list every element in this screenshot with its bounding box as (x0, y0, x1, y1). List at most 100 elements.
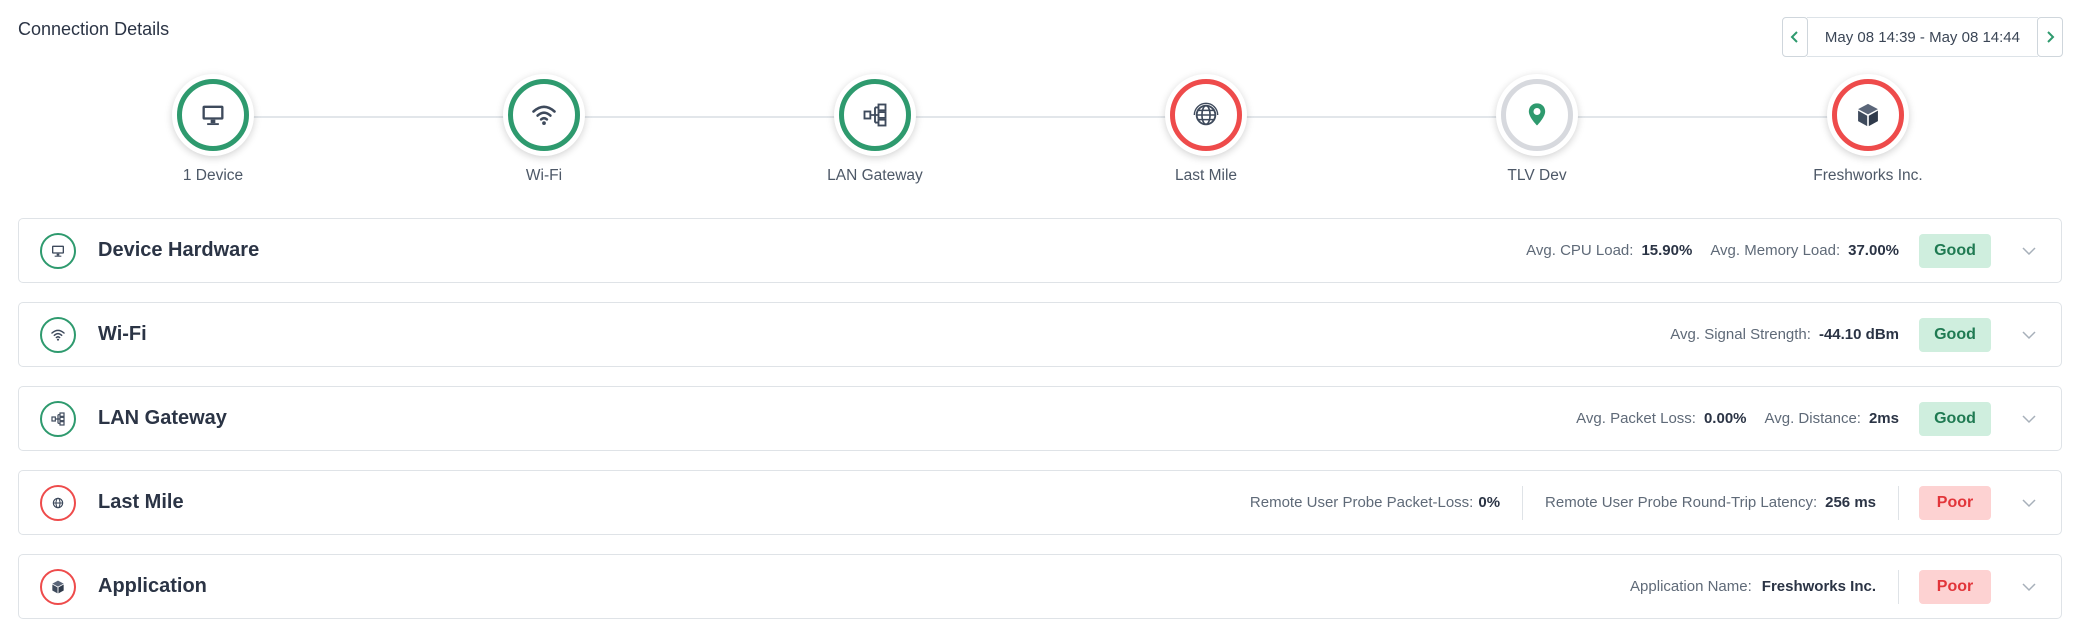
metric-distance: Avg. Distance: 2ms (1765, 410, 1899, 427)
expand-toggle[interactable] (2019, 577, 2039, 597)
monitor-icon (202, 105, 224, 126)
globe-icon (1193, 102, 1219, 126)
node-circle (1496, 74, 1578, 156)
metric-label: Avg. Packet Loss: (1576, 410, 1696, 427)
panel-wifi[interactable]: Wi-Fi Avg. Signal Strength: -44.10 dBm G… (18, 302, 2062, 367)
node-circle (172, 74, 254, 156)
metric-value: 0.00% (1703, 410, 1747, 427)
node-status-ring (508, 79, 580, 151)
panel-application[interactable]: Application Application Name: Freshworks… (18, 554, 2062, 619)
network-icon (51, 411, 65, 426)
metric-value: 256 ms (1825, 494, 1876, 511)
flow-node-label: Freshworks Inc. (1813, 167, 1923, 184)
flow-node-tlv-dev[interactable]: TLV Dev (1437, 74, 1637, 185)
node-status-ring (177, 79, 249, 151)
flow-node-label: 1 Device (182, 167, 244, 184)
panel-metrics: Avg. Packet Loss: 0.00% Avg. Distance: 2… (1558, 401, 1991, 436)
metric-value: 15.90% (1641, 242, 1693, 259)
metric-cpu-load: Avg. CPU Load: 15.90% (1526, 242, 1692, 259)
status-badge: Good (1919, 401, 1991, 436)
node-status-ring (1170, 79, 1242, 151)
previous-range-button[interactable] (1781, 17, 1808, 57)
panel-status-icon (40, 568, 76, 605)
node-status-ring (1501, 79, 1573, 151)
status-badge: Good (1919, 317, 1991, 352)
wifi-icon (51, 329, 65, 341)
chevron-down-icon (2022, 582, 2036, 591)
flow-node-label: LAN Gateway (827, 167, 923, 184)
panel-title: Device Hardware (98, 239, 260, 261)
date-range-navigator: May 08 14:39 - May 08 14:44 (1781, 17, 2063, 57)
location-pin-icon (1528, 103, 1546, 126)
panel-metrics: Avg. CPU Load: 15.90% Avg. Memory Load: … (1508, 233, 1991, 268)
panel-title: LAN Gateway (98, 407, 227, 429)
panel-metrics: Remote User Probe Packet-Loss: 0% Remote… (1232, 485, 1991, 520)
metric-label: Avg. Memory Load: (1710, 242, 1841, 259)
wifi-icon (532, 105, 556, 126)
node-circle (1165, 74, 1247, 156)
metric-value: -44.10 dBm (1818, 326, 1899, 343)
panel-last-mile[interactable]: Last Mile Remote User Probe Packet-Loss:… (18, 470, 2062, 535)
expand-toggle[interactable] (2019, 325, 2039, 345)
panel-lan-gateway[interactable]: LAN Gateway Avg. Packet Loss: 0.00% Avg.… (18, 386, 2062, 451)
network-icon (863, 103, 887, 127)
status-badge: Poor (1919, 569, 1991, 604)
flow-node-last-mile[interactable]: Last Mile (1106, 74, 1306, 185)
cube-icon (1858, 103, 1878, 127)
flow-node-application[interactable]: Freshworks Inc. (1768, 74, 1968, 185)
connection-path-flow: 1 Device Wi-Fi LAN Gateway Last Mile TLV… (0, 74, 2080, 194)
chevron-down-icon (2022, 330, 2036, 339)
metric-divider (1898, 485, 1899, 520)
panel-metrics: Application Name: Freshworks Inc. Poor (1612, 569, 1991, 604)
flow-node-label: Wi-Fi (525, 167, 563, 184)
panel-title: Wi-Fi (98, 323, 147, 345)
panel-device-hardware[interactable]: Device Hardware Avg. CPU Load: 15.90% Av… (18, 218, 2062, 283)
node-circle (503, 74, 585, 156)
node-status-ring (839, 79, 911, 151)
metric-value: 2ms (1868, 410, 1899, 427)
chevron-down-icon (2022, 246, 2036, 255)
metric-packet-loss: Avg. Packet Loss: 0.00% (1576, 410, 1746, 427)
metric-label: Remote User Probe Round-Trip Latency: (1545, 494, 1818, 511)
metric-signal-strength: Avg. Signal Strength: -44.10 dBm (1670, 326, 1899, 343)
metric-memory-load: Avg. Memory Load: 37.00% (1710, 242, 1899, 259)
next-range-button[interactable] (2037, 17, 2063, 57)
flow-node-device[interactable]: 1 Device (113, 74, 313, 185)
metric-label: Avg. CPU Load: (1526, 242, 1634, 259)
metric-label: Application Name: (1630, 578, 1752, 595)
panel-status-icon (40, 232, 76, 269)
panel-status-icon (40, 316, 76, 353)
chevron-down-icon (2022, 498, 2036, 507)
flow-node-wifi[interactable]: Wi-Fi (444, 74, 644, 185)
metric-probe-packet-loss: Remote User Probe Packet-Loss: 0% (1250, 494, 1500, 511)
expand-toggle[interactable] (2019, 409, 2039, 429)
globe-icon (52, 497, 64, 508)
metric-value: 0% (1478, 494, 1501, 511)
cube-icon (52, 580, 64, 593)
expand-toggle[interactable] (2019, 241, 2039, 261)
monitor-icon (52, 245, 64, 257)
metric-value: Freshworks Inc. (1761, 578, 1876, 595)
metric-value: 37.00% (1848, 242, 1899, 259)
chevron-right-icon (2047, 31, 2055, 43)
panel-status-icon (40, 484, 76, 521)
flow-node-label: Last Mile (1174, 167, 1238, 184)
flow-node-lan-gateway[interactable]: LAN Gateway (775, 74, 975, 185)
metric-label: Avg. Distance: (1764, 410, 1861, 427)
chevron-left-icon (1790, 31, 1798, 43)
status-badge: Poor (1919, 485, 1991, 520)
date-range-label[interactable]: May 08 14:39 - May 08 14:44 (1806, 17, 2038, 57)
metric-divider (1522, 485, 1524, 520)
panel-status-icon (40, 400, 76, 437)
metric-divider (1898, 569, 1899, 604)
status-badge: Good (1919, 233, 1991, 268)
node-circle (834, 74, 916, 156)
panel-metrics: Avg. Signal Strength: -44.10 dBm Good (1652, 317, 1991, 352)
expand-toggle[interactable] (2019, 493, 2039, 513)
metric-label: Remote User Probe Packet-Loss: (1249, 494, 1474, 511)
page-title: Connection Details (18, 19, 170, 39)
flow-node-label: TLV Dev (1507, 167, 1567, 184)
panel-title: Application (98, 575, 207, 597)
metric-probe-latency: Remote User Probe Round-Trip Latency: 25… (1545, 494, 1876, 511)
node-status-ring (1832, 79, 1904, 151)
